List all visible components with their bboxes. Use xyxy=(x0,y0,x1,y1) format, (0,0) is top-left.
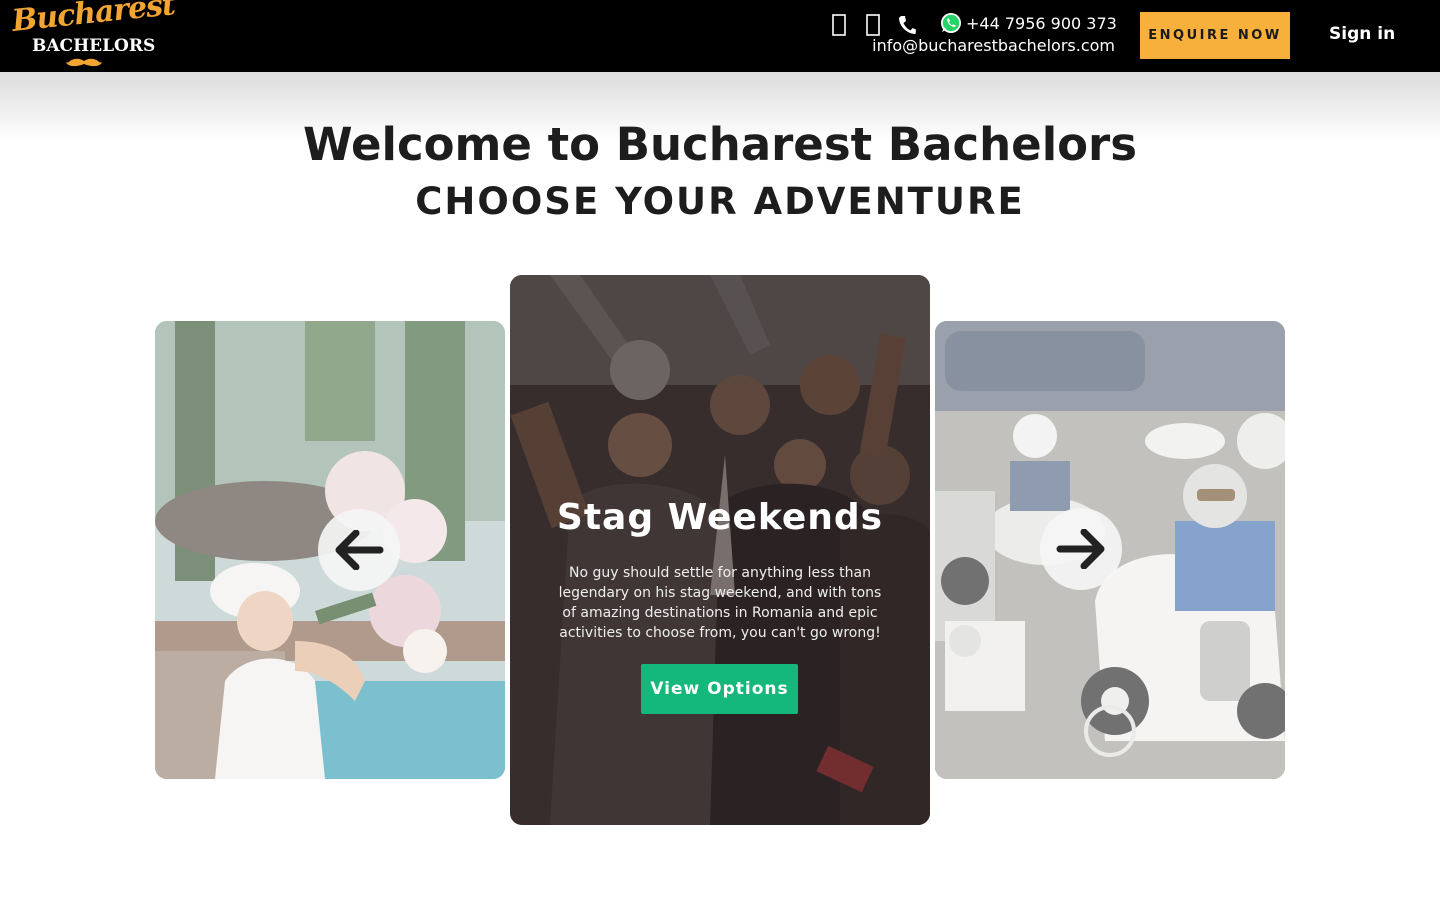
mustache-icon xyxy=(66,58,102,67)
phone-icon[interactable] xyxy=(897,13,917,37)
phone-contact[interactable]: +44 7956 900 373 xyxy=(940,11,1117,35)
social-links xyxy=(829,13,931,37)
enquire-now-button[interactable]: ENQUIRE NOW xyxy=(1140,12,1290,59)
card-description: No guy should settle for anything less t… xyxy=(558,565,882,641)
carousel-prev-button[interactable] xyxy=(318,509,400,591)
site-header: Bucharest BACHELORS +44 7956 900 373 inf… xyxy=(0,0,1440,72)
phone-number: +44 7956 900 373 xyxy=(966,13,1117,33)
facebook-icon[interactable] xyxy=(829,13,849,37)
logo-block-text: BACHELORS xyxy=(32,36,156,56)
whatsapp-icon xyxy=(941,13,961,33)
view-options-button[interactable]: View Options xyxy=(641,664,798,714)
site-logo[interactable]: Bucharest BACHELORS xyxy=(10,0,176,68)
arrow-right-icon xyxy=(1056,529,1105,569)
page-title: Welcome to Bucharest Bachelors xyxy=(302,118,1138,171)
sign-in-link[interactable]: Sign in xyxy=(1329,24,1395,44)
carousel-next-button[interactable] xyxy=(1040,508,1122,590)
logo-script-text: Bucharest xyxy=(10,0,177,40)
arrow-left-icon xyxy=(335,530,384,570)
instagram-icon[interactable] xyxy=(863,13,883,37)
carousel-card-active[interactable]: Stag Weekends No guy should settle for a… xyxy=(510,275,930,825)
page-subtitle: CHOOSE YOUR ADVENTURE xyxy=(415,180,1025,223)
email-link[interactable]: info@bucharestbachelors.com xyxy=(872,36,1115,55)
card-title: Stag Weekends xyxy=(556,497,884,538)
